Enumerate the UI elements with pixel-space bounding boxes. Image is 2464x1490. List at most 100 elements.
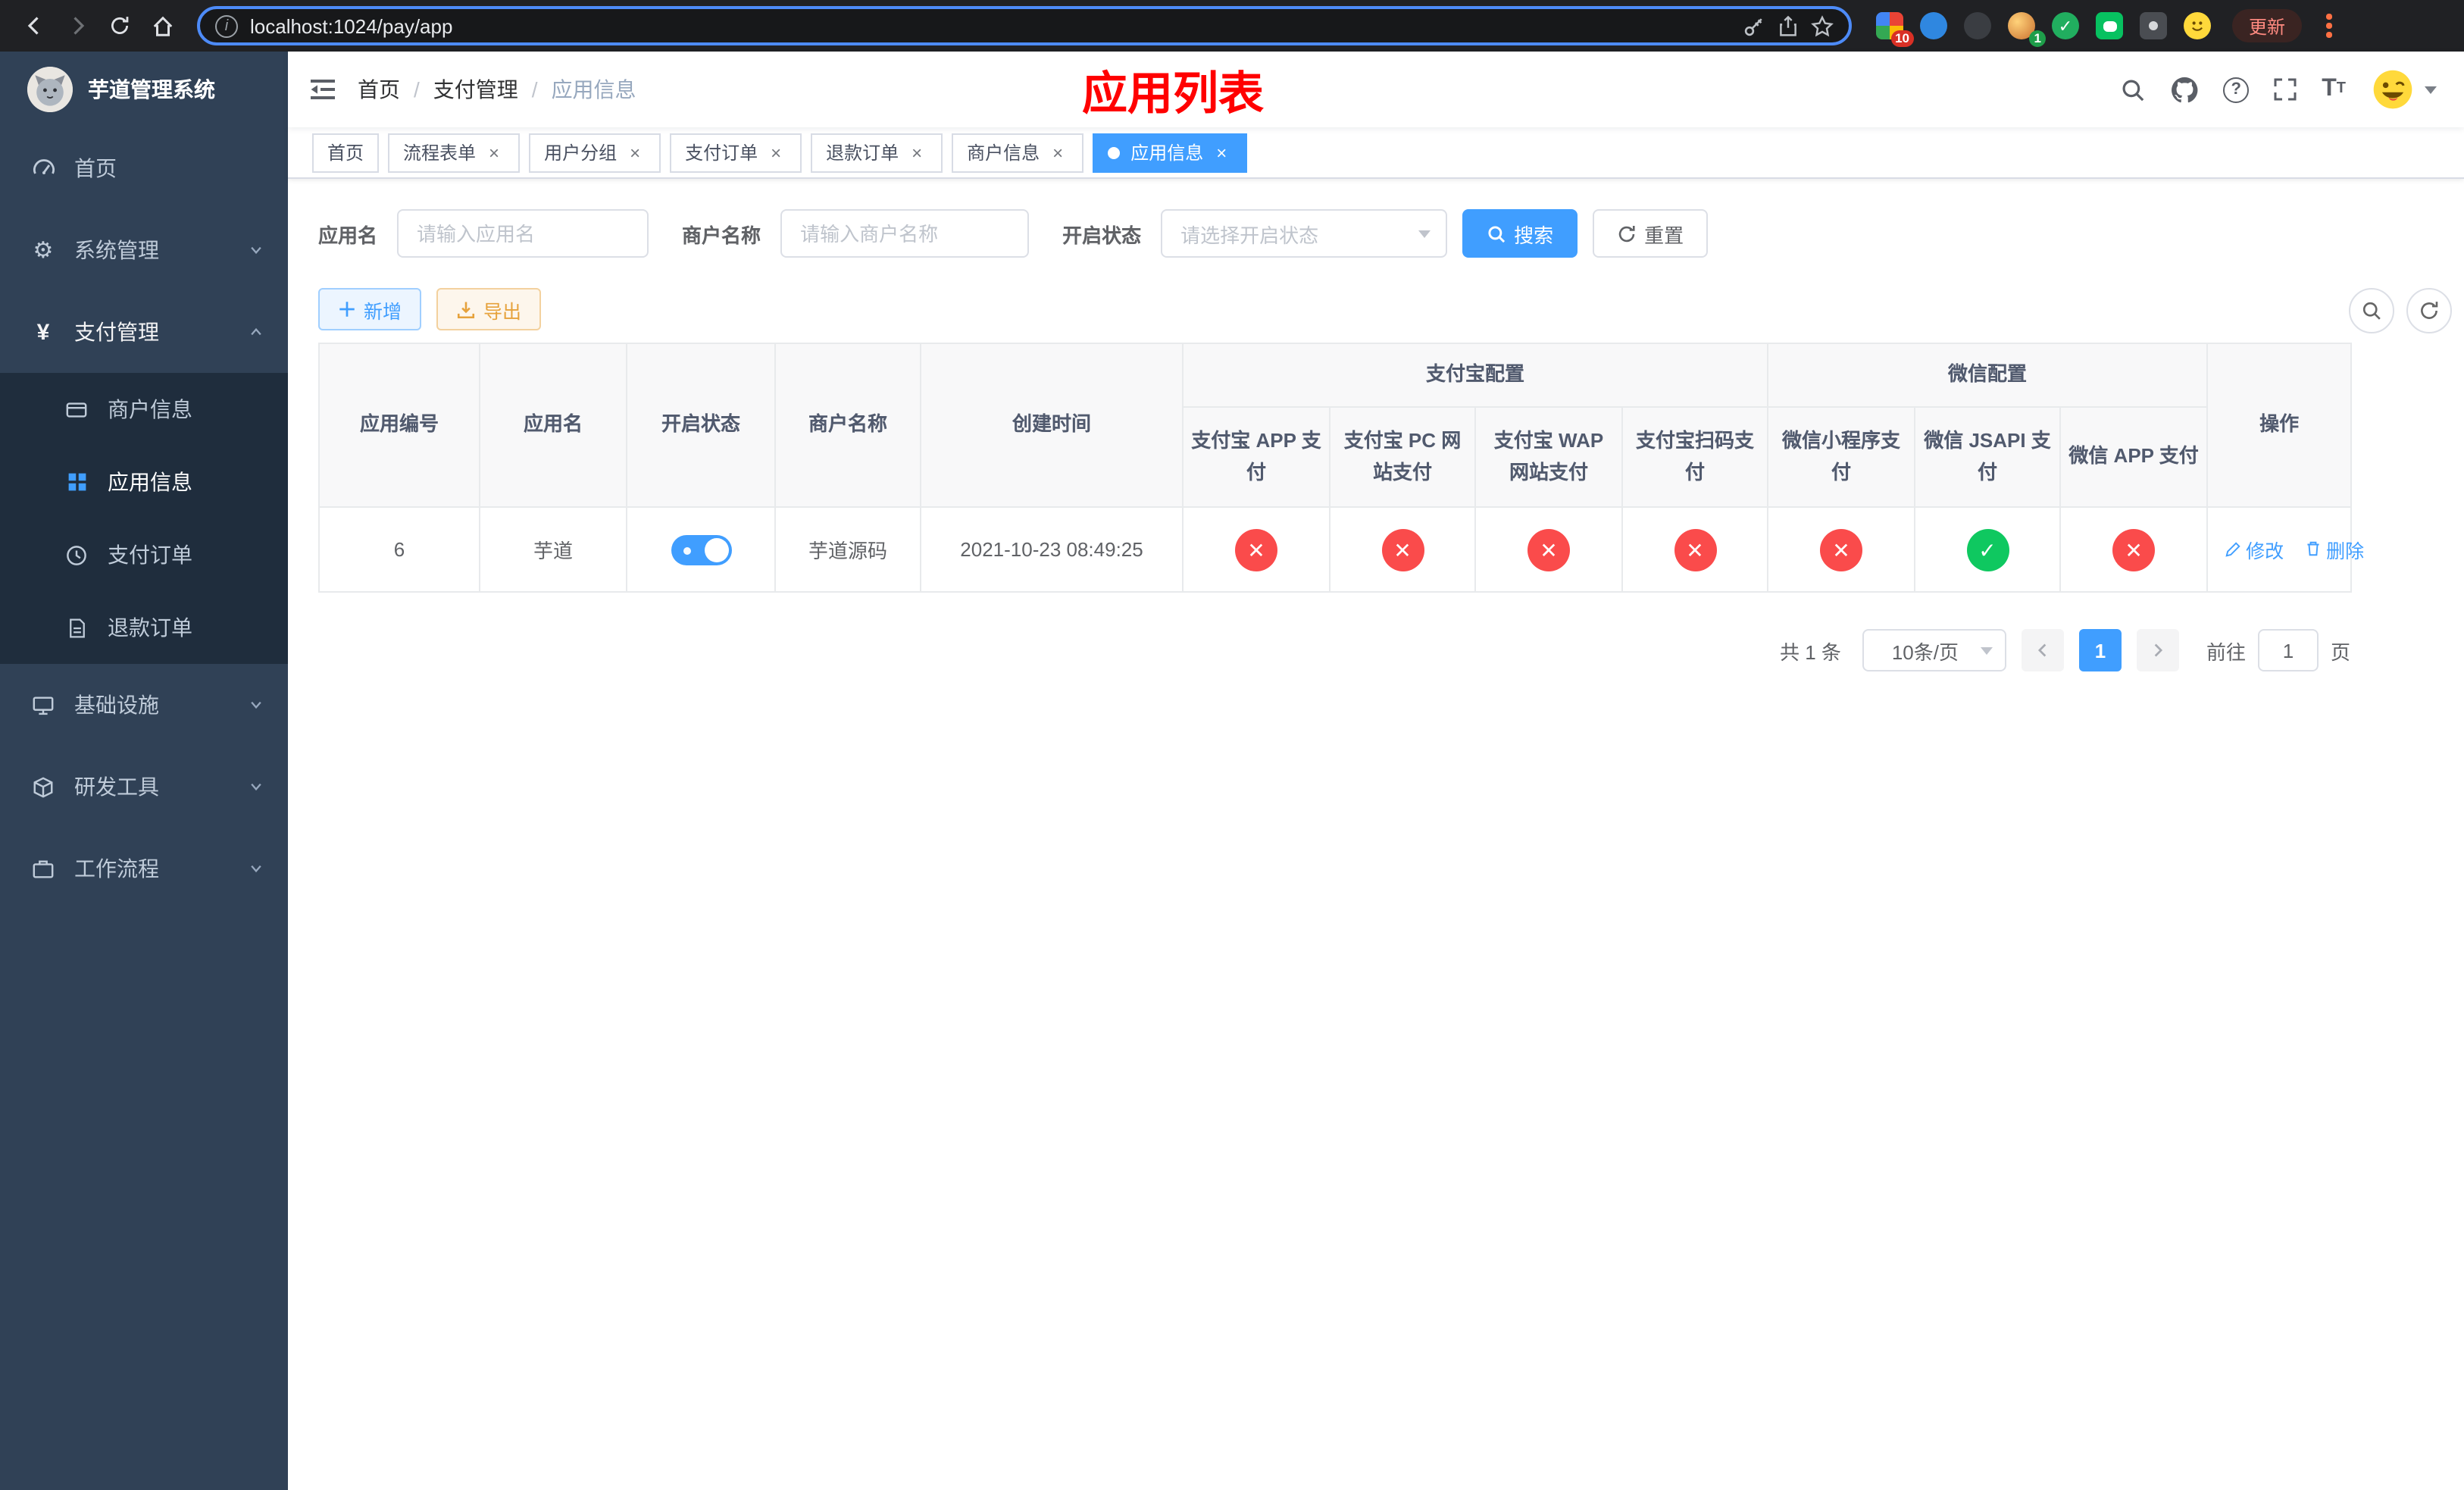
chevron-down-icon [249,779,264,794]
tab-home[interactable]: 首页 [312,133,380,172]
extension-dark-icon[interactable] [1964,12,1991,39]
tab-merchant-info[interactable]: 商户信息 × [952,133,1084,172]
current-page-button[interactable]: 1 [2078,629,2122,671]
page-size-select[interactable]: 10条/页 [1862,629,2006,671]
alipay-pc-status-icon: ✕ [1381,528,1424,571]
status-label: 开启状态 [1062,224,1142,246]
url-text[interactable]: localhost:1024/pay/app [250,14,452,37]
app-table: 应用编号 应用名 开启状态 商户名称 创建时间 支付宝配置 微信配置 操作 支付… [318,343,2364,593]
font-size-icon[interactable]: TT [2322,77,2346,102]
col-merchant: 商户名称 [774,343,921,508]
help-icon[interactable]: ? [2223,77,2250,102]
edit-link[interactable]: 修改 [2225,536,2284,565]
browser-menu-icon[interactable] [2314,11,2344,41]
close-icon[interactable]: × [1047,142,1068,163]
monitor-icon [30,693,56,716]
tab-label: 退款订单 [826,142,899,164]
delete-link[interactable]: 删除 [2305,535,2364,564]
close-icon[interactable]: × [1211,142,1232,163]
tab-pay-orders[interactable]: 支付订单 × [670,133,802,172]
caret-down-icon [2425,86,2437,93]
breadcrumb-home[interactable]: 首页 [358,74,400,105]
extension-grid-icon[interactable]: 10 [1876,12,1914,47]
extension-wechat-icon[interactable] [2096,12,2123,39]
password-key-icon[interactable] [1743,14,1765,37]
sidebar-logo[interactable]: 芋道管理系统 [0,52,288,127]
tab-label: 商户信息 [967,142,1040,164]
prev-page-button[interactable] [2021,629,2064,671]
site-info-icon[interactable]: i [215,14,238,37]
close-icon[interactable]: × [906,142,927,163]
search-button[interactable]: 搜索 [1462,209,1578,258]
sidebar-item-dev-tools[interactable]: 研发工具 [0,746,288,828]
show-search-toggle-button[interactable] [2349,288,2394,333]
topbar-actions: ? TT [2120,67,2437,112]
fullscreen-icon[interactable] [2273,77,2297,102]
reset-button-label: 重置 [1644,224,1684,246]
sidebar-item-merchant-info[interactable]: 商户信息 [0,373,288,446]
table-toolbar: 新增 导出 [318,288,2452,333]
export-button[interactable]: 导出 [436,288,542,330]
extension-green-check-icon[interactable]: ✓ [2052,12,2079,39]
browser-update-button[interactable]: 更新 [2232,9,2303,42]
cell-app-name: 芋道 [479,506,627,593]
forward-button[interactable] [58,6,97,45]
bookmark-star-icon[interactable] [1811,14,1834,37]
sidebar-menu: 首页 ⚙ 系统管理 ¥ 支付管理 商户信息 应用信息 支付订单 退款订单 基础设… [0,127,288,1490]
app-name-input[interactable] [397,209,649,258]
reload-button[interactable] [100,6,139,45]
search-icon[interactable] [2120,77,2146,102]
sidebar-toggle-icon[interactable] [309,77,336,102]
sidebar-item-system[interactable]: ⚙ 系统管理 [0,209,288,291]
share-icon[interactable] [1778,14,1799,37]
merchant-name-label: 商户名称 [682,224,761,246]
close-icon[interactable]: × [483,142,505,163]
page-content: 应用名 商户名称 开启状态 请选择开启状态 搜索 重置 [288,179,2464,1490]
sidebar-item-refund-orders[interactable]: 退款订单 [0,591,288,664]
extension-emoji-icon[interactable] [2184,12,2211,39]
tab-user-group[interactable]: 用户分组 × [529,133,661,172]
breadcrumb-payment[interactable]: 支付管理 [433,74,518,105]
cell-app-id: 6 [318,506,480,593]
user-menu[interactable] [2370,67,2437,112]
back-button[interactable] [15,6,55,45]
extension-drop-icon[interactable] [1920,12,1947,39]
sidebar-item-pay-orders[interactable]: 支付订单 [0,518,288,591]
breadcrumb: 首页 / 支付管理 / 应用信息 [358,74,636,105]
extension-pin-icon[interactable] [2140,12,2167,39]
home-button[interactable] [142,6,182,45]
goto-page-input[interactable] [2257,629,2319,671]
sidebar-item-workflow[interactable]: 工作流程 [0,828,288,909]
address-bar[interactable]: i localhost:1024/pay/app [197,6,1852,45]
update-label: 更新 [2249,16,2286,37]
close-icon[interactable]: × [624,142,646,163]
sidebar-item-payment[interactable]: ¥ 支付管理 [0,291,288,373]
tab-app-info[interactable]: 应用信息 × [1093,133,1248,172]
goto-suffix: 页 [2330,640,2350,663]
sidebar-item-app-info[interactable]: 应用信息 [0,446,288,518]
github-icon[interactable] [2170,75,2199,104]
wechat-mini-status-icon: ✕ [1820,528,1863,571]
col-app-id: 应用编号 [318,343,480,508]
add-button[interactable]: 新增 [318,288,422,330]
tab-process-form[interactable]: 流程表单 × [388,133,521,172]
sidebar-item-home[interactable]: 首页 [0,127,288,209]
card-icon [64,398,89,421]
alipay-wap-status-icon: ✕ [1527,528,1570,571]
tab-refund-orders[interactable]: 退款订单 × [811,133,943,172]
sidebar-item-label: 应用信息 [108,470,192,494]
status-select[interactable]: 请选择开启状态 [1161,209,1448,258]
status-toggle[interactable] [671,534,731,565]
merchant-name-input[interactable] [780,209,1030,258]
delete-link-label: 删除 [2326,540,2365,562]
extension-avatar-icon[interactable]: 1 [2008,12,2046,47]
document-icon [64,616,89,639]
sidebar-item-infrastructure[interactable]: 基础设施 [0,664,288,746]
cell-ops: 修改 删除 [2206,506,2364,593]
refresh-button[interactable] [2406,288,2452,333]
reset-button[interactable]: 重置 [1593,209,1709,258]
close-icon[interactable]: × [765,142,786,163]
col-ops: 操作 [2206,343,2353,508]
next-page-button[interactable] [2136,629,2179,671]
user-avatar [2370,67,2416,112]
